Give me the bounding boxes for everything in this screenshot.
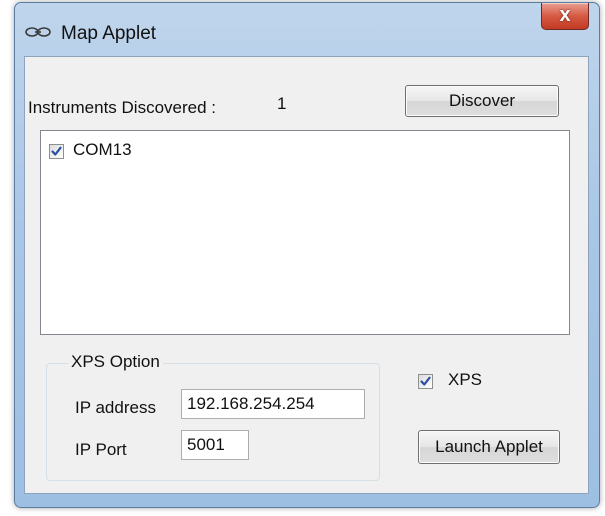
ip-port-label: IP Port (75, 440, 127, 459)
close-button[interactable]: x (541, 3, 589, 30)
ip-address-label: IP address (75, 398, 156, 417)
close-icon: x (559, 4, 571, 26)
discover-button[interactable]: Discover (405, 85, 559, 117)
instrument-name: COM13 (73, 140, 132, 159)
window-title: Map Applet (61, 23, 157, 44)
ip-port-field[interactable] (181, 430, 249, 460)
instrument-list[interactable]: COM13 (40, 130, 570, 335)
checkmark-icon (51, 146, 62, 156)
instruments-count: 1 (277, 94, 287, 113)
xps-checkbox-label: XPS (448, 370, 483, 389)
xps-option-group-title: XPS Option (68, 352, 163, 372)
instruments-discovered-label: Instruments Discovered : (28, 98, 217, 117)
ip-address-field[interactable] (181, 389, 365, 419)
xps-option-group (46, 363, 380, 481)
instrument-checkbox[interactable] (49, 144, 64, 159)
link-chain-icon (25, 27, 51, 37)
checkmark-icon (420, 376, 431, 386)
xps-checkbox[interactable] (418, 374, 433, 389)
launch-applet-button[interactable]: Launch Applet (418, 430, 560, 464)
